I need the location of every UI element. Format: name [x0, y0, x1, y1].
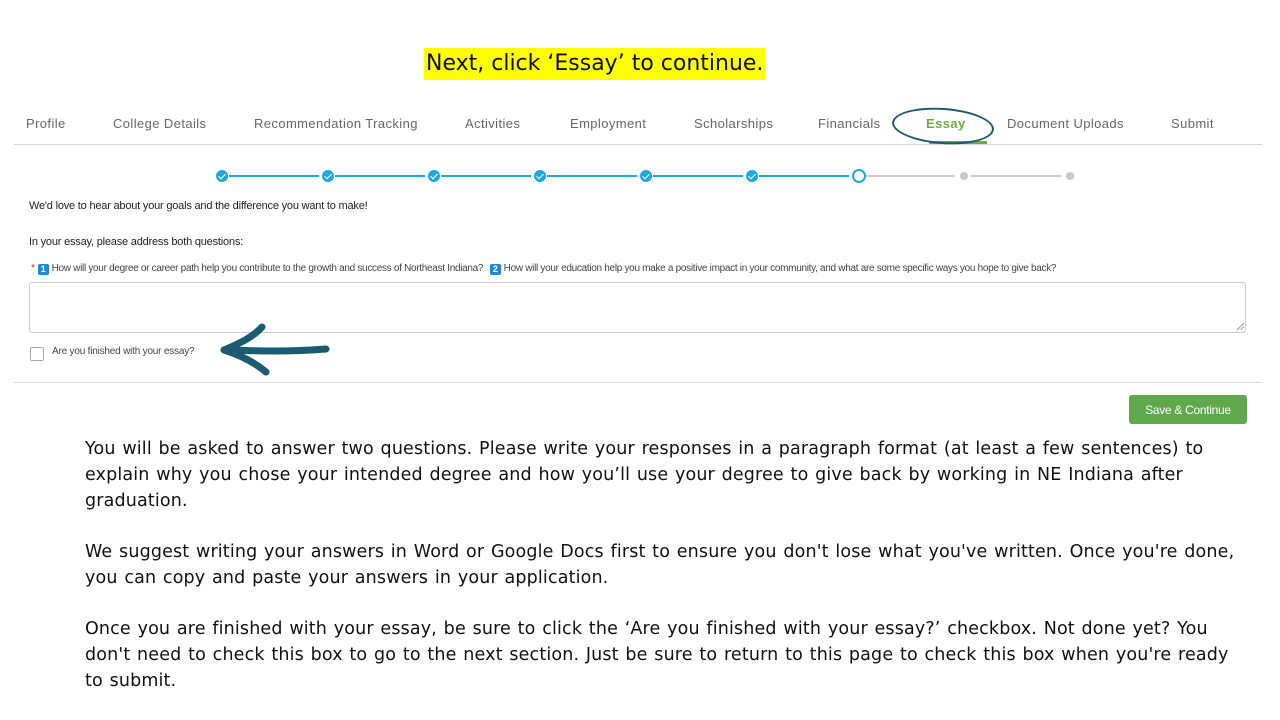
instruction-headline: Next, click ‘Essay’ to continue. [424, 48, 766, 80]
progress-stepper [215, 168, 1074, 184]
question-two: How will your education help you make a … [503, 263, 1057, 274]
finished-essay-label: Are you finished with your essay? [52, 346, 195, 357]
essay-textarea[interactable] [29, 282, 1246, 333]
application-tabs: Profile College Details Recommendation T… [14, 108, 1262, 145]
stepper-connector [547, 175, 637, 177]
note-paragraph-3: Once you are finished with your essay, b… [85, 619, 1229, 691]
tab-document-uploads[interactable]: Document Uploads [1007, 116, 1124, 131]
stepper-connector [971, 175, 1061, 177]
tab-employment[interactable]: Employment [570, 116, 646, 131]
step-complete-check-icon [746, 170, 758, 182]
tab-college-details[interactable]: College Details [113, 116, 206, 131]
stepper-connector [229, 175, 319, 177]
tab-scholarships[interactable]: Scholarships [694, 116, 773, 131]
step-pending [1066, 172, 1074, 180]
step-current [852, 169, 866, 183]
step-pending [960, 172, 968, 180]
note-paragraph-1: You will be asked to answer two question… [85, 439, 1204, 511]
essay-instructions: In your essay, please address both quest… [29, 236, 243, 248]
tab-financials[interactable]: Financials [818, 116, 881, 131]
essay-questions: * 1 How will your degree or career path he… [31, 263, 1057, 275]
stepper-connector [441, 175, 531, 177]
tab-submit[interactable]: Submit [1171, 116, 1214, 131]
number-one-icon: 1 [37, 264, 49, 275]
tab-recommendation-tracking[interactable]: Recommendation Tracking [254, 116, 418, 131]
essay-intro: We'd love to hear about your goals and t… [29, 200, 368, 212]
step-complete-check-icon [322, 170, 334, 182]
step-complete-check-icon [216, 170, 228, 182]
form-divider [14, 382, 1262, 383]
step-complete-check-icon [534, 170, 546, 182]
number-two-icon: 2 [489, 264, 501, 275]
step-complete-check-icon [428, 170, 440, 182]
stepper-connector [865, 175, 955, 177]
stepper-connector [653, 175, 743, 177]
tab-activities[interactable]: Activities [465, 116, 520, 131]
resize-grip-icon[interactable] [1236, 322, 1244, 330]
stepper-connector [759, 175, 849, 177]
required-marker: * [31, 263, 35, 274]
step-complete-check-icon [640, 170, 652, 182]
tab-profile[interactable]: Profile [26, 116, 66, 131]
note-paragraph-2: We suggest writing your answers in Word … [85, 542, 1235, 588]
finished-essay-checkbox[interactable] [30, 347, 44, 361]
save-continue-button[interactable]: Save & Continue [1129, 395, 1247, 424]
question-one: How will your degree or career path help… [51, 263, 484, 274]
stepper-connector [335, 175, 425, 177]
arrow-left-icon [220, 323, 330, 376]
